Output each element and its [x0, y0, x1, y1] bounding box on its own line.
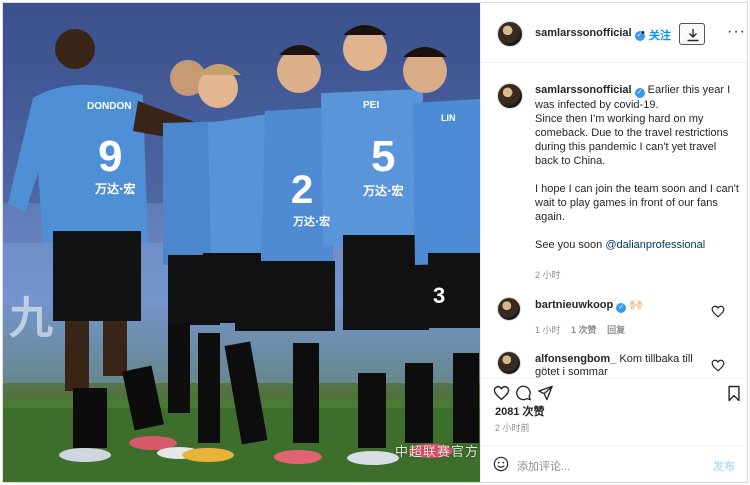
comment-likes-link[interactable]: 1 次赞 — [571, 325, 597, 335]
verified-badge-icon: ✓ — [616, 303, 627, 313]
commenter-username[interactable]: alfonsengbom_ — [535, 353, 616, 365]
post-actions: 2081 次赞 2 小时前 添加评论... 发布 — [481, 378, 747, 482]
post-header: samlarssonofficial ✓ • 关注 ··· — [481, 3, 747, 63]
caption-username[interactable]: samlarssonofficial — [535, 84, 632, 96]
add-comment-bar: 添加评论... 发布 — [481, 445, 747, 482]
share-icon[interactable] — [537, 385, 554, 401]
jersey-number-2: 2 — [291, 168, 313, 212]
author-username[interactable]: samlarssonofficial ✓ — [535, 27, 645, 41]
jersey-number-5: 5 — [371, 132, 395, 181]
svg-text:九: 九 — [9, 294, 53, 343]
commenter-avatar[interactable] — [497, 351, 521, 375]
comment-icon[interactable] — [515, 385, 532, 401]
sponsor-logo-1: 万达·宏 — [94, 181, 136, 196]
comment-heart-icon[interactable] — [711, 305, 725, 318]
comment-text: bartnieuwkoop ✓ 🙌🏻 — [535, 299, 705, 313]
comment-meta: 1 小时 1 次赞 回复 — [535, 323, 633, 336]
emoji-icon[interactable] — [493, 456, 509, 472]
sponsor-logo-2: 万达·宏 — [362, 183, 404, 198]
comment-body: 🙌🏻 — [629, 299, 643, 311]
verified-badge-icon: ✓ — [634, 88, 645, 98]
instagram-post-modal: 九 9 DONDON 2 5 PEI 3 LIN 万达·宏 万达·宏 万达·宏 … — [2, 2, 748, 483]
follow-button[interactable]: 关注 — [649, 27, 671, 43]
league-watermark: 中超联赛官方 — [395, 445, 480, 460]
commenter-avatar[interactable] — [497, 297, 521, 321]
author-avatar[interactable] — [497, 21, 523, 47]
more-options-icon[interactable]: ··· — [727, 23, 746, 41]
comment-heart-icon[interactable] — [711, 359, 725, 372]
download-icon — [687, 29, 699, 42]
author-username-text[interactable]: samlarssonofficial — [535, 27, 632, 39]
comment-reply-button[interactable]: 回复 — [607, 325, 625, 335]
bookmark-icon[interactable] — [727, 385, 741, 402]
comment-item: bartnieuwkoop ✓ 🙌🏻 1 小时 1 次赞 回复 — [481, 295, 747, 336]
caption-text: samlarssonofficial ✓ Earlier this year I … — [535, 83, 740, 252]
jersey-name-pei: PEI — [363, 100, 379, 111]
heart-icon[interactable] — [493, 385, 510, 401]
post-timestamp: 2 小时前 — [495, 423, 530, 433]
likes-count[interactable]: 2081 次赞 — [495, 403, 545, 419]
download-button[interactable] — [679, 23, 705, 45]
caption-timestamp: 2 小时 — [535, 270, 561, 280]
commenter-username[interactable]: bartnieuwkoop — [535, 299, 613, 311]
caption-author-avatar[interactable] — [497, 83, 523, 109]
post-photo[interactable]: 九 9 DONDON 2 5 PEI 3 LIN 万达·宏 万达·宏 万达·宏 … — [3, 3, 480, 482]
comment-item: alfonsengbom_ Kom tillbaka till götet i … — [481, 349, 747, 378]
sponsor-logo-3: 万达·宏 — [292, 214, 330, 228]
post-side-panel: samlarssonofficial ✓ • 关注 ··· samlarssono… — [480, 3, 747, 482]
comments-area[interactable]: samlarssonofficial ✓ Earlier this year I … — [481, 63, 747, 378]
jersey-number-3: 3 — [433, 283, 445, 308]
caption-mention-link[interactable]: @dalianprofessional — [605, 239, 705, 251]
caption-body: Earlier this year I was infected by covi… — [535, 84, 739, 251]
jersey-name-dondon: DONDON — [87, 101, 131, 112]
jersey-number-9: 9 — [98, 132, 122, 181]
team-celebration-illustration: 九 9 DONDON 2 5 PEI 3 LIN 万达·宏 万达·宏 万达·宏 — [3, 3, 480, 482]
separator-dot: • — [641, 27, 645, 39]
post-comment-button[interactable]: 发布 — [713, 458, 735, 474]
comment-timestamp: 1 小时 — [535, 325, 561, 335]
jersey-name-lin: LIN — [441, 113, 456, 123]
comment-text: alfonsengbom_ Kom tillbaka till götet i … — [535, 353, 705, 378]
comment-input[interactable]: 添加评论... — [517, 458, 570, 474]
